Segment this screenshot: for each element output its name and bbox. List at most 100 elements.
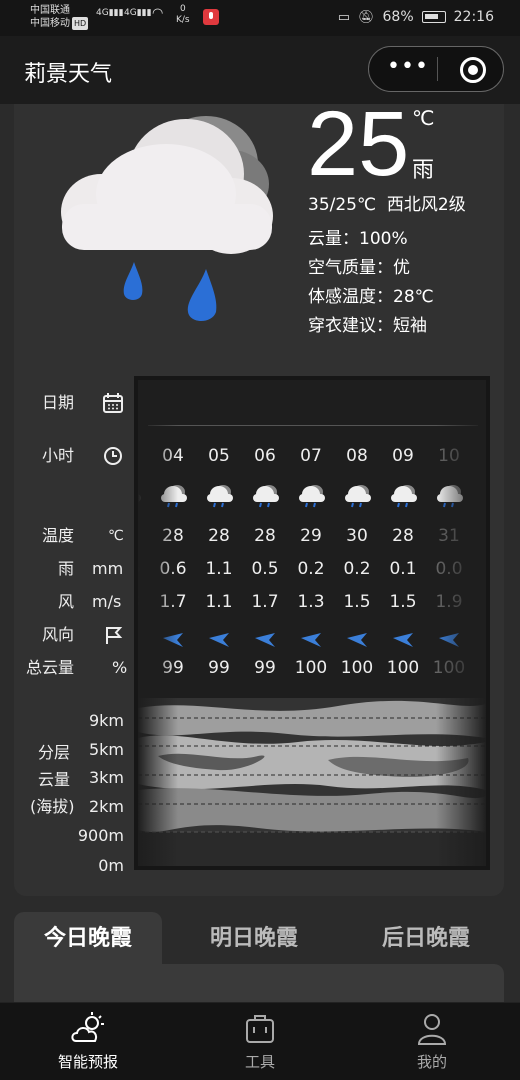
air-quality: 空气质量：优 <box>308 258 410 278</box>
bottom-nav: 智能预报 工具 我的 <box>0 1002 520 1080</box>
current-temperature: 25 <box>307 93 410 195</box>
net-speed: 0 K/s <box>176 4 190 25</box>
temp-value: 29 <box>300 526 322 546</box>
wind-value: 1.5 <box>389 592 417 612</box>
hd-badge: HD <box>72 17 89 30</box>
nav-profile[interactable]: 我的 <box>372 1011 492 1072</box>
label-rain-unit: mm <box>92 559 124 578</box>
wind-value: 1.3 <box>297 592 325 612</box>
height-label: 3km <box>88 768 124 787</box>
temp-value: 28 <box>254 526 276 546</box>
signal-icon-2: 4G▮▮▮ <box>124 8 152 18</box>
label-wind: 风 <box>58 592 75 611</box>
label-cloud-unit: % <box>112 658 128 677</box>
carrier-info: 中国联通 中国移动 HD <box>30 4 89 30</box>
rain-value: 0.5 <box>251 559 279 579</box>
clock: 22:16 <box>453 9 494 25</box>
rain-cloud-mini-icon <box>345 485 371 508</box>
hour-label: 07 <box>300 446 322 466</box>
temp-range-wind: 35/25℃ 西北风2级 <box>308 195 466 215</box>
flag-icon <box>106 627 123 644</box>
mini-program-capsule: ••• <box>368 46 504 92</box>
scroll-fade-left <box>138 380 178 866</box>
rain-cloud-mini-icon <box>299 485 325 508</box>
label-temp-unit: ℃ <box>108 528 124 544</box>
hour-label: 09 <box>392 446 414 466</box>
cast-icon: ▭ <box>337 9 350 25</box>
height-label: 2km <box>88 797 124 816</box>
sunset-tab-content <box>14 964 504 1004</box>
nav-forecast-label: 智能预报 <box>57 1053 118 1071</box>
cloud-value: 100 <box>294 658 328 678</box>
height-label: 9km <box>88 711 124 730</box>
capsule-divider <box>437 57 438 81</box>
wind-value: 1.1 <box>205 592 233 612</box>
rain-value: 0.2 <box>343 559 371 579</box>
temp-value: 28 <box>392 526 414 546</box>
temperature-unit: ℃ <box>412 106 435 130</box>
label-date: 日期 <box>42 393 75 412</box>
close-target-icon[interactable] <box>460 57 486 83</box>
tab-day-after-sunset[interactable]: 后日晚霞 <box>382 912 470 966</box>
nav-tools-label: 工具 <box>244 1053 275 1071</box>
nav-profile-label: 我的 <box>416 1053 447 1071</box>
temp-value: 30 <box>346 526 368 546</box>
mute-bell-icon: 🔕︎ <box>358 9 375 25</box>
tab-tomorrow-sunset[interactable]: 明日晚霞 <box>210 912 298 966</box>
height-label: 5km <box>88 740 124 759</box>
clock-icon <box>104 447 122 465</box>
nav-tools[interactable]: 工具 <box>200 1011 320 1072</box>
cloud-value: 99 <box>254 658 276 678</box>
app-header: 莉景天气 ••• <box>0 36 520 104</box>
toolbox-icon <box>246 1015 274 1043</box>
carrier-1: 中国联通 <box>30 5 70 16</box>
height-label: 0m <box>98 856 124 875</box>
sunset-tabs: 今日晚霞 明日晚霞 后日晚霞 <box>14 912 504 966</box>
status-right: ▭ 🔕︎ 68% 22:16 <box>338 9 494 25</box>
hourly-forecast-scroll[interactable]: 03280.61.39904280.61.79905281.11.1990628… <box>134 376 490 870</box>
battery-percent: 68% <box>382 9 414 25</box>
wind-direction-arrow-icon <box>255 633 275 647</box>
date-divider <box>148 425 478 426</box>
weather-card: 25 ℃ 雨 35/25℃ 西北风2级 云量：100% 空气质量：优 体感温度：… <box>14 98 504 896</box>
hour-label: 05 <box>208 446 230 466</box>
rain-value: 0.2 <box>297 559 325 579</box>
carrier-2: 中国移动 <box>30 18 70 29</box>
hour-label: 06 <box>254 446 276 466</box>
battery-icon <box>421 11 446 23</box>
cloud-value: 100 <box>340 658 374 678</box>
signal-icon-1: 4G▮▮▮ <box>96 8 124 18</box>
app-title: 莉景天气 <box>24 62 113 87</box>
wind-value: 1.5 <box>343 592 371 612</box>
wind-direction-arrow-icon <box>301 633 321 647</box>
label-cloud: 总云量 <box>26 658 75 677</box>
rain-cloud-mini-icon <box>391 485 417 508</box>
tab-today-sunset[interactable]: 今日晚霞 <box>14 912 162 966</box>
label-wind-unit: m/s <box>92 592 122 611</box>
wind-direction-arrow-icon <box>209 633 229 647</box>
wifi-icon: ◠ <box>152 6 164 21</box>
rain-cloud-mini-icon <box>253 485 279 508</box>
wind-direction-arrow-icon <box>393 633 413 647</box>
label-hour: 小时 <box>42 446 75 465</box>
scroll-fade-right <box>436 380 486 866</box>
sun-cloud-icon <box>71 1012 104 1042</box>
wind-direction-arrow-icon <box>347 633 367 647</box>
cloud-value: 100 <box>386 658 420 678</box>
rain-value: 1.1 <box>205 559 233 579</box>
weather-condition: 雨 <box>412 158 435 183</box>
more-menu-icon[interactable]: ••• <box>387 56 429 78</box>
nav-forecast[interactable]: 智能预报 <box>28 1011 148 1072</box>
calendar-icon <box>103 393 123 413</box>
wind-value: 1.7 <box>251 592 279 612</box>
temp-value: 28 <box>208 526 230 546</box>
rain-value: 0.1 <box>389 559 417 579</box>
label-wind-dir: 风向 <box>42 625 75 644</box>
height-label: 900m <box>77 826 124 845</box>
user-icon <box>417 1014 447 1045</box>
label-rain: 雨 <box>58 559 75 578</box>
cloud-cover: 云量：100% <box>308 229 408 249</box>
hour-label: 08 <box>346 446 368 466</box>
feels-like: 体感温度：28℃ <box>308 287 434 307</box>
rain-cloud-icon <box>61 116 273 321</box>
